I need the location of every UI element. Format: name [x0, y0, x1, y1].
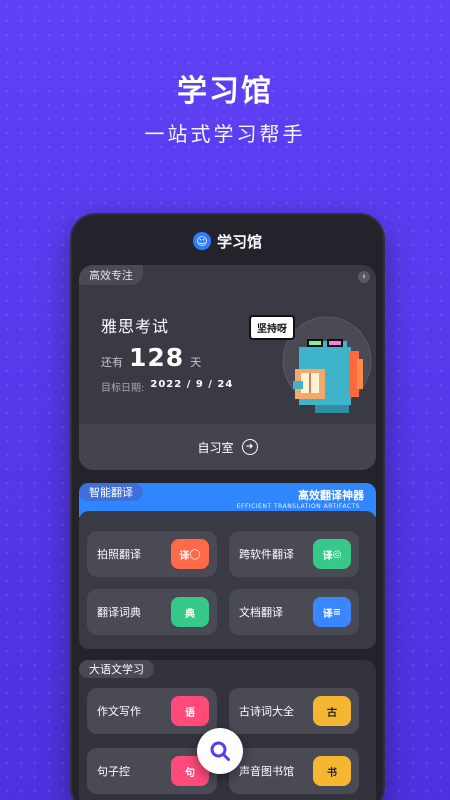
composition-icon: 语 — [171, 696, 209, 726]
cross-app-icon: 译 ◎ — [313, 539, 351, 569]
badge-text: 典 — [185, 608, 195, 620]
cross-app-translate-tile[interactable]: 跨软件翻译 译 ◎ — [229, 531, 359, 577]
badge-text: 译 — [322, 550, 333, 562]
badge-text: 译 — [322, 608, 333, 620]
tile-label: 翻译词典 — [97, 606, 141, 619]
audio-library-tile[interactable]: 声音图书馆 书 — [229, 748, 359, 794]
poetry-icon: 古 — [313, 696, 351, 726]
dictionary-tile[interactable]: 翻译词典 典 — [87, 589, 217, 635]
study-room-label: 自习室 — [197, 440, 234, 455]
banner-title: 高效翻译神器 — [298, 489, 364, 502]
badge-text: 句 — [185, 767, 195, 779]
poetry-tile[interactable]: 古诗词大全 古 — [229, 688, 359, 734]
dictionary-icon: 典 — [171, 597, 209, 627]
tile-label: 句子控 — [97, 765, 130, 778]
target-date: 2022 / 9 / 24 — [150, 379, 234, 390]
target-date-row: 目标日期: 2022 / 9 / 24 — [101, 379, 233, 394]
remain-prefix: 还有 — [101, 356, 123, 369]
exam-name: 雅思考试 — [101, 317, 170, 336]
arrow-right-icon: ➜ — [241, 439, 258, 455]
camera-icon: 译 ◯ — [171, 539, 209, 569]
phone-frame: ☺ 学习馆 高效专注 › 雅思考试 还有 128 天 目标日期: 2022 / … — [70, 213, 385, 800]
translation-panel: 拍照翻译 译 ◯ 跨软件翻译 译 ◎ 翻译词典 典 文档翻译 译 ≡ — [79, 511, 376, 649]
focus-card[interactable]: 高效专注 › 雅思考试 还有 128 天 目标日期: 2022 / 9 / 24 — [79, 265, 376, 470]
countdown: 还有 128 天 — [101, 343, 201, 372]
search-button[interactable] — [197, 728, 243, 774]
tile-label: 跨软件翻译 — [239, 548, 294, 561]
document-icon: 译 ≡ — [313, 597, 351, 627]
days-unit: 天 — [190, 356, 202, 369]
target-label: 目标日期: — [101, 383, 145, 394]
focus-tag: 高效专注 — [79, 265, 143, 285]
tile-label: 拍照翻译 — [97, 548, 141, 561]
badge-text: 古 — [327, 707, 337, 719]
tile-label: 声音图书馆 — [239, 765, 294, 778]
mascot-bubble: 坚持呀 — [249, 315, 295, 340]
badge-text: 语 — [185, 707, 195, 719]
tile-label: 古诗词大全 — [239, 705, 294, 718]
badge-text: 译 — [179, 550, 190, 562]
search-icon — [210, 741, 230, 761]
tile-label: 文档翻译 — [239, 606, 283, 619]
tile-label: 作文写作 — [97, 705, 141, 718]
days-count: 128 — [129, 343, 185, 372]
smile-icon: ☺ — [192, 232, 211, 250]
chevron-right-icon[interactable]: › — [358, 271, 370, 283]
translate-tag: 智能翻译 — [79, 483, 143, 501]
banner-subtitle-en: EFFICIENT TRANSLATION ARTIFACTS — [236, 503, 360, 510]
hero-subtitle: 一站式学习帮手 — [144, 122, 306, 146]
app-title: 学习馆 — [216, 232, 262, 251]
audiobook-icon: 书 — [313, 756, 351, 786]
app-header: ☺ 学习馆 — [72, 215, 383, 267]
study-room-button[interactable]: 自习室 ➜ — [79, 424, 376, 470]
photo-translate-tile[interactable]: 拍照翻译 译 ◯ — [87, 531, 217, 577]
badge-text: 书 — [327, 767, 337, 779]
literature-tag: 大语文学习 — [79, 660, 154, 678]
dinosaur-mascot-illustration: 坚持呀 — [249, 311, 373, 421]
composition-tile[interactable]: 作文写作 语 — [87, 688, 217, 734]
document-translate-tile[interactable]: 文档翻译 译 ≡ — [229, 589, 359, 635]
hero-title: 学习馆 — [177, 74, 273, 109]
